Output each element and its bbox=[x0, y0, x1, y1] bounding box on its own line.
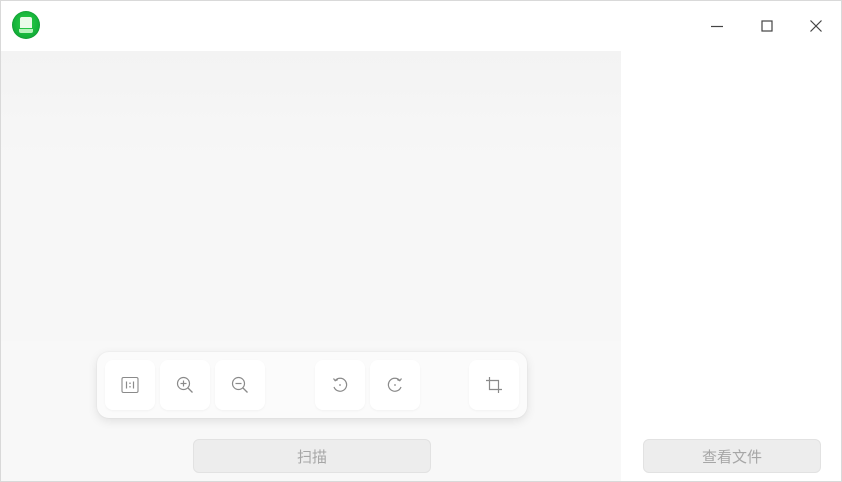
maximize-icon bbox=[761, 20, 773, 32]
rotate-left-button[interactable] bbox=[315, 360, 365, 410]
zoom-out-icon bbox=[231, 376, 248, 393]
minimize-button[interactable] bbox=[700, 9, 734, 43]
close-icon bbox=[810, 20, 822, 32]
scan-button-label: 扫描 bbox=[296, 447, 327, 466]
rotate-right-button[interactable] bbox=[370, 360, 420, 410]
image-toolbar bbox=[97, 352, 527, 418]
minimize-icon bbox=[711, 25, 723, 28]
zoom-in-icon bbox=[176, 376, 193, 393]
logo-sheet bbox=[20, 17, 32, 28]
actual-size-1-1-icon bbox=[121, 376, 139, 394]
view-files-button[interactable]: 查看文件 bbox=[643, 439, 821, 473]
app-window: 扫描 查看文件 bbox=[0, 0, 842, 482]
scan-button[interactable]: 扫描 bbox=[193, 439, 431, 473]
crop-icon bbox=[486, 377, 502, 393]
logo-tray bbox=[19, 29, 33, 33]
close-button[interactable] bbox=[799, 9, 833, 43]
actual-size-button[interactable] bbox=[105, 360, 155, 410]
file-list-panel bbox=[621, 51, 841, 481]
zoom-in-button[interactable] bbox=[160, 360, 210, 410]
titlebar bbox=[1, 1, 841, 51]
maximize-button[interactable] bbox=[750, 9, 784, 43]
rotate-clockwise-icon bbox=[387, 377, 402, 392]
rotate-counterclockwise-icon bbox=[333, 377, 348, 392]
crop-button[interactable] bbox=[469, 360, 519, 410]
scanner-app-logo-icon bbox=[12, 11, 40, 39]
zoom-out-button[interactable] bbox=[215, 360, 265, 410]
view-files-button-label: 查看文件 bbox=[701, 447, 762, 466]
